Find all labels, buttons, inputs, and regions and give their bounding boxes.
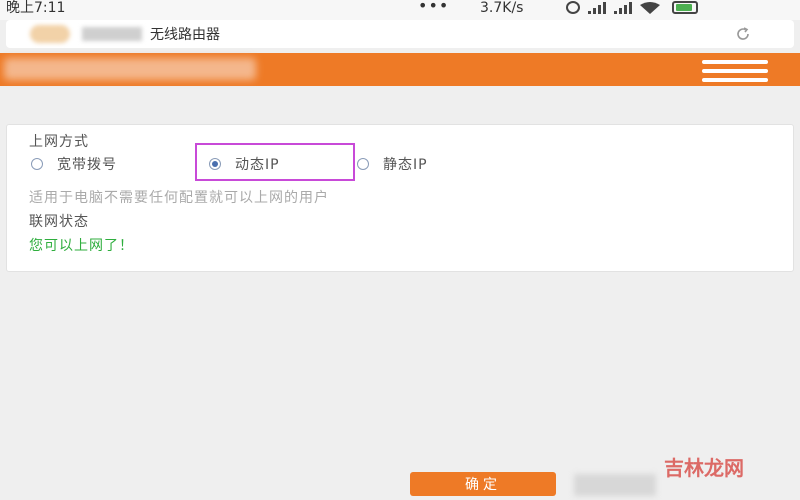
blurred-domain bbox=[82, 27, 142, 41]
connection-type-label: 上网方式 bbox=[29, 134, 89, 150]
hamburger-menu-icon[interactable] bbox=[702, 60, 768, 82]
radio-static-ip[interactable]: 静态IP bbox=[357, 153, 428, 175]
radio-label: 宽带拨号 bbox=[57, 157, 117, 173]
battery-icon bbox=[672, 1, 698, 14]
network-speed: 3.7K/s bbox=[480, 0, 524, 16]
alarm-icon bbox=[566, 1, 580, 14]
address-bar[interactable]: 无线路由器 bbox=[6, 20, 794, 48]
blurred-header-text bbox=[4, 58, 256, 80]
signal-icon bbox=[588, 2, 606, 14]
status-time: 晚上7:11 bbox=[6, 0, 66, 16]
app-header bbox=[0, 53, 800, 86]
wifi-icon bbox=[640, 2, 660, 14]
radio-label: 静态IP bbox=[383, 157, 428, 173]
radio-label: 动态IP bbox=[235, 157, 280, 173]
network-status-value: 您可以上网了！ bbox=[29, 238, 134, 254]
radio-circle-icon bbox=[31, 158, 43, 170]
radio-checked-icon bbox=[209, 158, 221, 170]
status-icons bbox=[566, 1, 698, 14]
site-logo bbox=[30, 25, 70, 43]
watermark: 吉林龙网 bbox=[664, 456, 744, 480]
notification-dots: ••• bbox=[418, 0, 450, 15]
radio-pppoe[interactable]: 宽带拨号 bbox=[31, 153, 117, 175]
signal-icon-2 bbox=[614, 2, 632, 14]
page-title: 无线路由器 bbox=[150, 27, 220, 43]
radio-circle-icon bbox=[357, 158, 369, 170]
blurred-area bbox=[574, 474, 656, 496]
network-status-label: 联网状态 bbox=[29, 214, 89, 230]
refresh-icon[interactable] bbox=[734, 25, 752, 43]
hint-text: 适用于电脑不需要任何配置就可以上网的用户 bbox=[29, 190, 329, 206]
settings-card: 上网方式 宽带拨号 动态IP 静态IP 适用于电脑不需要任何配置就可以上网的用户… bbox=[6, 124, 794, 272]
radio-dynamic-ip[interactable]: 动态IP bbox=[209, 153, 280, 175]
confirm-button[interactable]: 确定 bbox=[410, 472, 556, 496]
status-bar: 晚上7:11 ••• 3.7K/s bbox=[0, 0, 800, 20]
